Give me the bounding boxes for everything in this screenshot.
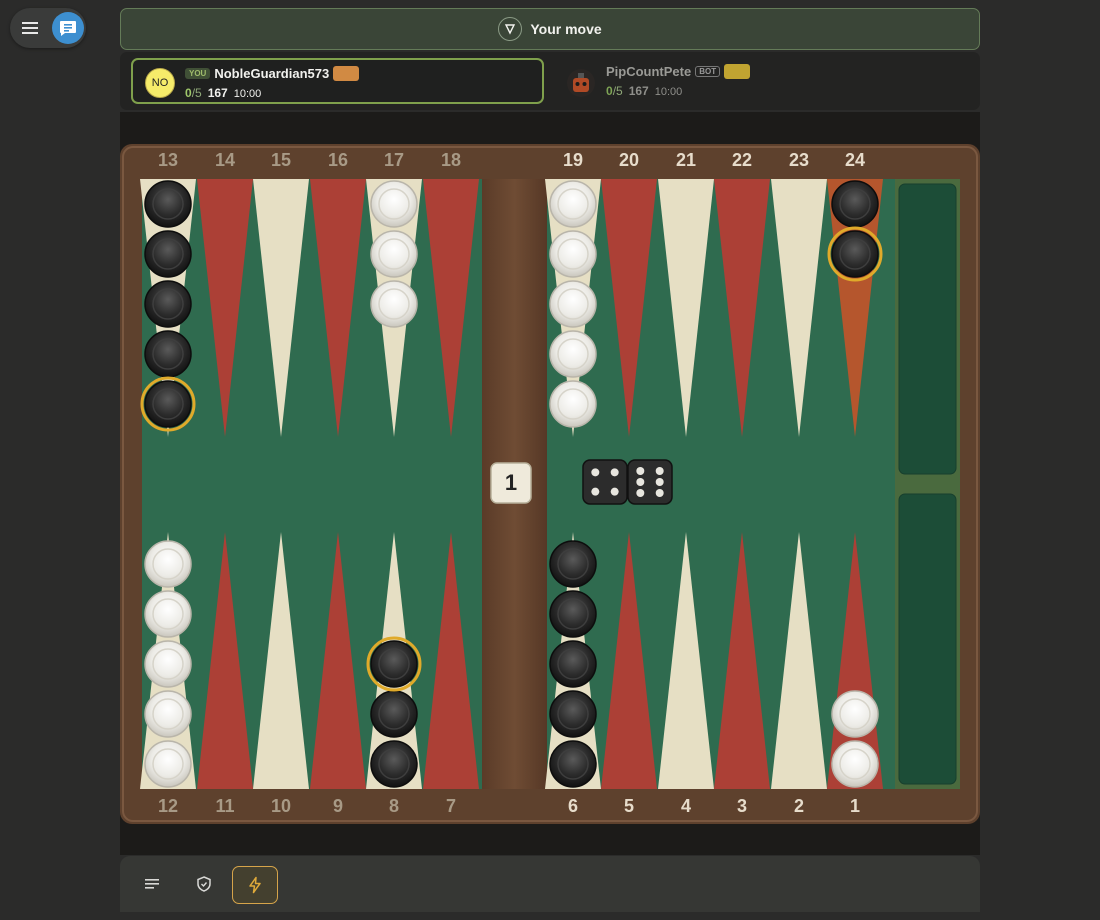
point-number-label: 11 xyxy=(215,796,234,816)
white-checker[interactable] xyxy=(144,690,192,738)
bearoff-slot-bottom[interactable] xyxy=(898,493,957,785)
white-checker[interactable] xyxy=(549,230,597,278)
black-checker[interactable] xyxy=(144,180,192,228)
hamburger-menu-icon[interactable] xyxy=(20,18,40,38)
white-checker[interactable] xyxy=(549,180,597,228)
clock: 10:00 xyxy=(233,88,262,100)
opponent-match-length: /5 xyxy=(612,84,623,98)
point-number-label: 16 xyxy=(328,150,348,170)
white-checker[interactable] xyxy=(549,330,597,378)
match-score: 0 xyxy=(185,86,192,100)
opponent-match-score: 0 xyxy=(606,84,613,98)
opponent-name[interactable]: PipCountPete xyxy=(606,64,691,79)
point-number-label: 7 xyxy=(446,796,456,816)
player-card-you: NO YOU NobleGuardian573 0/5 167 10:00 xyxy=(131,58,544,104)
chat-button[interactable] xyxy=(52,12,84,44)
point-number-label: 6 xyxy=(568,796,578,816)
point-number-label: 12 xyxy=(158,796,178,816)
bearoff-slot-top[interactable] xyxy=(898,183,957,475)
turn-indicator-icon xyxy=(498,17,523,41)
point-number-label: 17 xyxy=(384,150,404,170)
white-checker[interactable] xyxy=(144,540,192,588)
die[interactable] xyxy=(582,459,628,505)
shield-icon xyxy=(197,876,211,892)
white-checker[interactable] xyxy=(370,280,418,328)
bolt-icon xyxy=(249,876,261,894)
black-checker[interactable] xyxy=(144,330,192,378)
point-number-label: 9 xyxy=(333,796,343,816)
resign-shield-button[interactable] xyxy=(182,866,226,902)
black-checker[interactable] xyxy=(549,540,597,588)
bot-avatar-icon xyxy=(567,69,595,97)
auto-play-button[interactable] xyxy=(232,866,278,904)
doubling-cube[interactable]: 1 xyxy=(490,462,532,504)
menu-icon xyxy=(145,879,159,889)
black-checker[interactable] xyxy=(366,636,422,692)
point-number-label: 1 xyxy=(850,796,860,816)
point-number-label: 10 xyxy=(271,796,291,816)
black-checker[interactable] xyxy=(370,740,418,788)
gift-badge-icon xyxy=(333,66,360,81)
white-checker[interactable] xyxy=(370,230,418,278)
black-checker[interactable] xyxy=(827,226,883,282)
cube-value: 1 xyxy=(505,470,517,495)
match-length: /5 xyxy=(191,86,202,100)
white-checker[interactable] xyxy=(144,590,192,638)
point-number-label: 2 xyxy=(794,796,804,816)
you-tag: YOU xyxy=(185,68,211,79)
black-checker[interactable] xyxy=(370,690,418,738)
status-text: Your move xyxy=(530,21,602,37)
black-checker[interactable] xyxy=(144,230,192,278)
point-number-label: 5 xyxy=(624,796,634,816)
black-checker[interactable] xyxy=(140,376,196,432)
point-number-label: 22 xyxy=(732,150,752,170)
black-checker[interactable] xyxy=(549,740,597,788)
black-checker[interactable] xyxy=(549,690,597,738)
white-checker[interactable] xyxy=(549,280,597,328)
point-number-label: 8 xyxy=(389,796,399,816)
point-number-label: 3 xyxy=(737,796,747,816)
bottom-toolbar xyxy=(120,856,980,912)
white-checker[interactable] xyxy=(831,740,879,788)
pip-count: 167 xyxy=(207,86,228,100)
board-area: 13 14 15 16 17 18 19 20 21 22 23 24 12 11 10 9 8 7 6 5 4 3 2 1 … xyxy=(120,112,980,855)
backgammon-board[interactable]: 13 14 15 16 17 18 19 20 21 22 23 2412 11 10 9 8 7 6 5 4 3 2 1 … xyxy=(120,112,980,855)
white-checker[interactable] xyxy=(549,380,597,428)
players-bar: NO YOU NobleGuardian573 0/5 167 10:00 Pi… xyxy=(120,52,980,110)
point-number-label: 20 xyxy=(619,150,639,170)
opponent-clock: 10:00 xyxy=(654,86,683,98)
point-number-label: 14 xyxy=(215,150,235,170)
avatar: NO xyxy=(145,68,175,98)
status-bar: Your move xyxy=(120,8,980,50)
white-checker[interactable] xyxy=(370,180,418,228)
opponent-pip-count: 167 xyxy=(628,84,649,98)
bot-tag: BOT xyxy=(695,66,721,77)
point-number-label: 23 xyxy=(789,150,809,170)
white-checker[interactable] xyxy=(144,640,192,688)
left-board-felt xyxy=(142,179,482,789)
white-checker[interactable] xyxy=(831,690,879,738)
point-number-label: 15 xyxy=(271,150,291,170)
point-number-label: 13 xyxy=(158,150,178,170)
black-checker[interactable] xyxy=(144,280,192,328)
black-checker[interactable] xyxy=(549,640,597,688)
point-number-label: 18 xyxy=(441,150,461,170)
black-checker[interactable] xyxy=(549,590,597,638)
chat-icon xyxy=(60,21,76,36)
menu-button[interactable] xyxy=(130,866,174,902)
point-number-label: 19 xyxy=(563,150,583,170)
medal-badge-icon xyxy=(724,64,751,79)
black-checker[interactable] xyxy=(831,180,879,228)
point-number-label: 21 xyxy=(676,150,696,170)
white-checker[interactable] xyxy=(144,740,192,788)
die[interactable] xyxy=(627,459,673,505)
point-number-label: 4 xyxy=(681,796,691,816)
player-card-opponent: PipCountPete BOT 0/5 167 10:00 xyxy=(560,58,860,104)
point-number-label: 24 xyxy=(845,150,865,170)
corner-menu xyxy=(10,8,86,48)
player-name[interactable]: NobleGuardian573 xyxy=(214,66,329,81)
